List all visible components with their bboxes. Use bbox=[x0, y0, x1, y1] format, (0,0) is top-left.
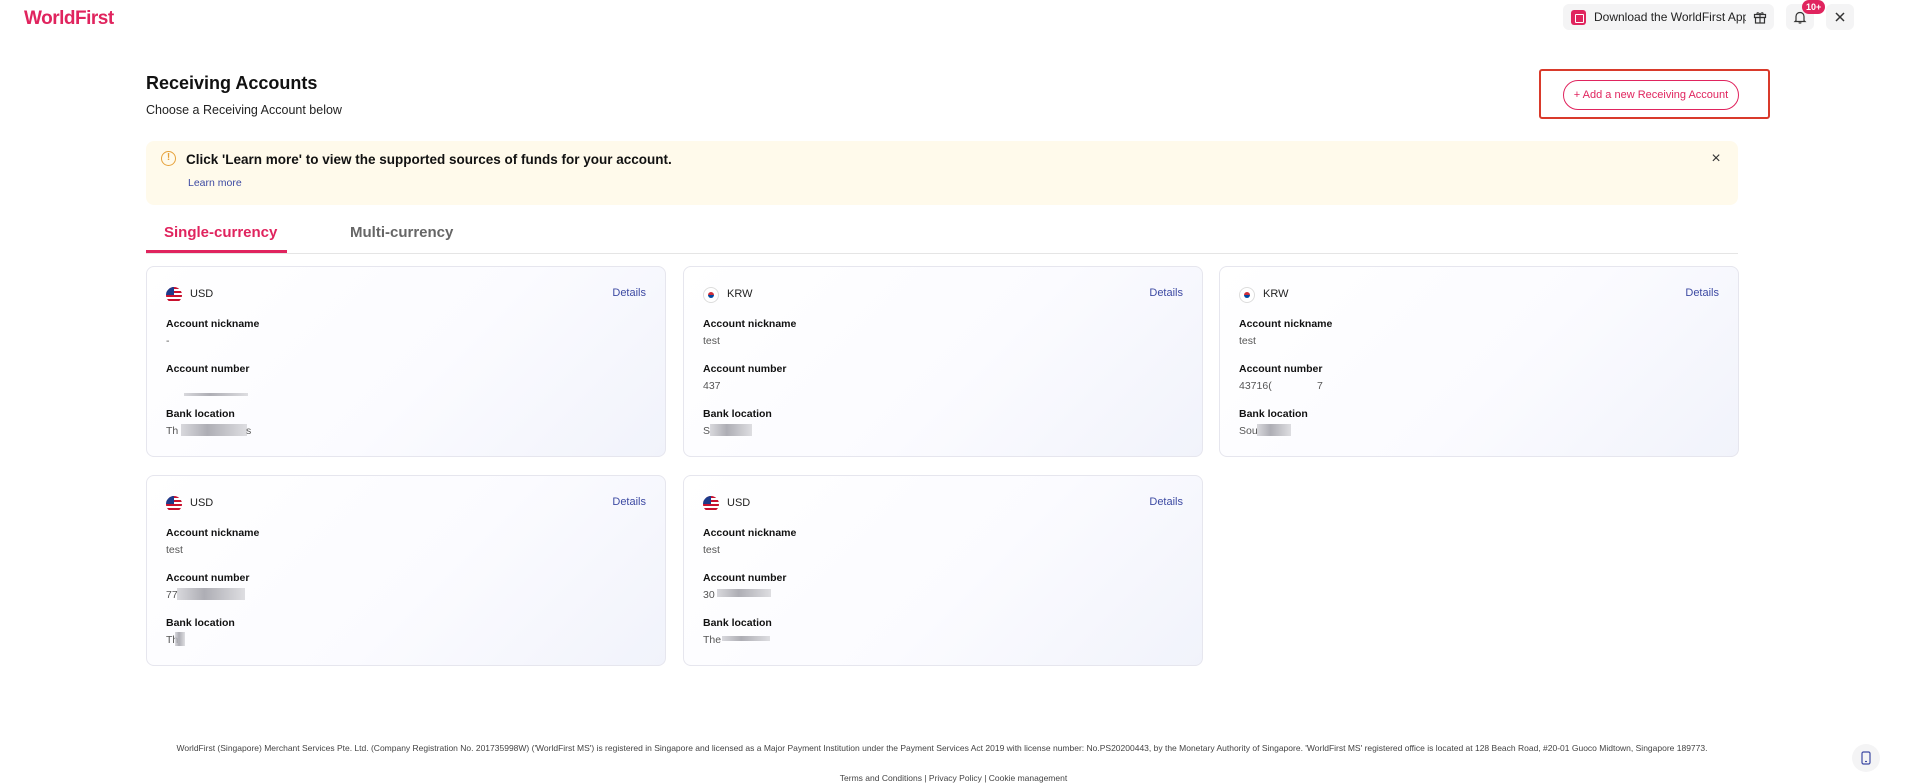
account-number-label: Account number bbox=[703, 363, 787, 375]
redacted-bank-location bbox=[181, 424, 247, 436]
worldfirst-logo[interactable]: WorldFirst bbox=[24, 8, 114, 30]
nickname-value: test bbox=[1239, 335, 1256, 347]
account-card[interactable]: USD Details Account nickname test Accoun… bbox=[146, 475, 666, 666]
kr-flag-icon bbox=[1239, 287, 1255, 303]
card-currency: USD bbox=[727, 497, 751, 509]
warning-icon: ! bbox=[161, 151, 176, 166]
gift-icon bbox=[1753, 12, 1767, 24]
mobile-icon bbox=[1861, 751, 1871, 765]
redacted-bank-location bbox=[175, 632, 185, 646]
redacted-bank-location bbox=[1257, 424, 1291, 436]
nickname-value: test bbox=[703, 335, 720, 347]
close-button[interactable] bbox=[1826, 4, 1854, 30]
bank-location-value: S bbox=[703, 425, 711, 437]
bank-location-label: Bank location bbox=[166, 408, 235, 420]
bank-location-value: Th bbox=[166, 425, 179, 437]
account-number-value: 77 bbox=[166, 589, 178, 601]
us-flag-icon bbox=[703, 496, 719, 512]
card-currency: USD bbox=[190, 288, 214, 300]
download-app-label: Download the WorldFirst App bbox=[1594, 10, 1750, 24]
footer-legal-text: WorldFirst (Singapore) Merchant Services… bbox=[176, 743, 1708, 753]
info-notice: ! Click 'Learn more' to view the support… bbox=[146, 141, 1738, 205]
bank-location-label: Bank location bbox=[703, 408, 772, 420]
card-currency: KRW bbox=[727, 288, 753, 300]
bank-location-tail: s bbox=[246, 425, 252, 437]
redacted-bank-location bbox=[722, 636, 770, 641]
nickname-label: Account nickname bbox=[1239, 318, 1333, 330]
account-card[interactable]: USD Details Account nickname test Accoun… bbox=[683, 475, 1203, 666]
account-number-value: 30 bbox=[703, 589, 715, 601]
active-tab-indicator bbox=[146, 250, 287, 253]
bank-location-label: Bank location bbox=[703, 617, 772, 629]
us-flag-icon bbox=[166, 287, 182, 303]
redacted-account-number bbox=[717, 589, 771, 597]
top-bar: WorldFirst Download the WorldFirst App 1… bbox=[0, 0, 1907, 36]
bank-location-label: Bank location bbox=[1239, 408, 1308, 420]
notification-count-badge: 10+ bbox=[1802, 0, 1826, 14]
details-link[interactable]: Details bbox=[612, 287, 646, 299]
account-number-label: Account number bbox=[703, 572, 787, 584]
details-link[interactable]: Details bbox=[1685, 287, 1719, 299]
nickname-label: Account nickname bbox=[166, 318, 260, 330]
notice-text: Click 'Learn more' to view the supported… bbox=[186, 152, 672, 167]
account-card[interactable]: KRW Details Account nickname test Accoun… bbox=[1219, 266, 1739, 457]
bank-location-value: The bbox=[703, 634, 722, 646]
page-title: Receiving Accounts bbox=[146, 73, 318, 93]
nickname-value: - bbox=[166, 335, 170, 347]
add-receiving-account-button[interactable]: + Add a new Receiving Account bbox=[1563, 80, 1739, 110]
us-flag-icon bbox=[166, 496, 182, 512]
kr-flag-icon bbox=[703, 287, 719, 303]
nickname-label: Account nickname bbox=[703, 527, 797, 539]
account-number-tail: 7 bbox=[1317, 380, 1323, 392]
redacted-account-number bbox=[184, 393, 248, 396]
bank-location-value: Sou bbox=[1239, 425, 1258, 437]
account-card[interactable]: USD Details Account nickname - Account n… bbox=[146, 266, 666, 457]
account-card[interactable]: KRW Details Account nickname test Accoun… bbox=[683, 266, 1203, 457]
bank-location-label: Bank location bbox=[166, 617, 235, 629]
details-link[interactable]: Details bbox=[1149, 496, 1183, 508]
currency-tabs: Single-currency Multi-currency bbox=[146, 218, 1738, 254]
page-subtitle: Choose a Receiving Account below bbox=[146, 103, 342, 117]
footer-links[interactable]: Terms and Conditions | Privacy Policy | … bbox=[0, 773, 1907, 783]
mobile-app-icon bbox=[1571, 9, 1586, 25]
card-currency: KRW bbox=[1263, 288, 1289, 300]
nickname-value: test bbox=[166, 544, 183, 556]
notice-close-icon[interactable]: × bbox=[1708, 151, 1724, 167]
gift-button[interactable] bbox=[1746, 4, 1774, 30]
nickname-label: Account nickname bbox=[703, 318, 797, 330]
close-icon bbox=[1835, 12, 1845, 22]
account-number-value: 437 bbox=[703, 380, 721, 392]
details-link[interactable]: Details bbox=[1149, 287, 1183, 299]
redacted-bank-location bbox=[710, 424, 752, 436]
account-number-label: Account number bbox=[166, 363, 250, 375]
card-currency: USD bbox=[190, 497, 214, 509]
learn-more-link[interactable]: Learn more bbox=[188, 177, 242, 189]
account-number-value: 43716( bbox=[1239, 380, 1272, 392]
details-link[interactable]: Details bbox=[612, 496, 646, 508]
redacted-account-number bbox=[177, 588, 245, 600]
account-number-label: Account number bbox=[1239, 363, 1323, 375]
tab-multi-currency[interactable]: Multi-currency bbox=[350, 224, 453, 254]
nickname-label: Account nickname bbox=[166, 527, 260, 539]
download-app-button[interactable]: Download the WorldFirst App bbox=[1563, 4, 1760, 30]
floating-help-button[interactable] bbox=[1852, 744, 1880, 772]
nickname-value: test bbox=[703, 544, 720, 556]
account-number-label: Account number bbox=[166, 572, 250, 584]
